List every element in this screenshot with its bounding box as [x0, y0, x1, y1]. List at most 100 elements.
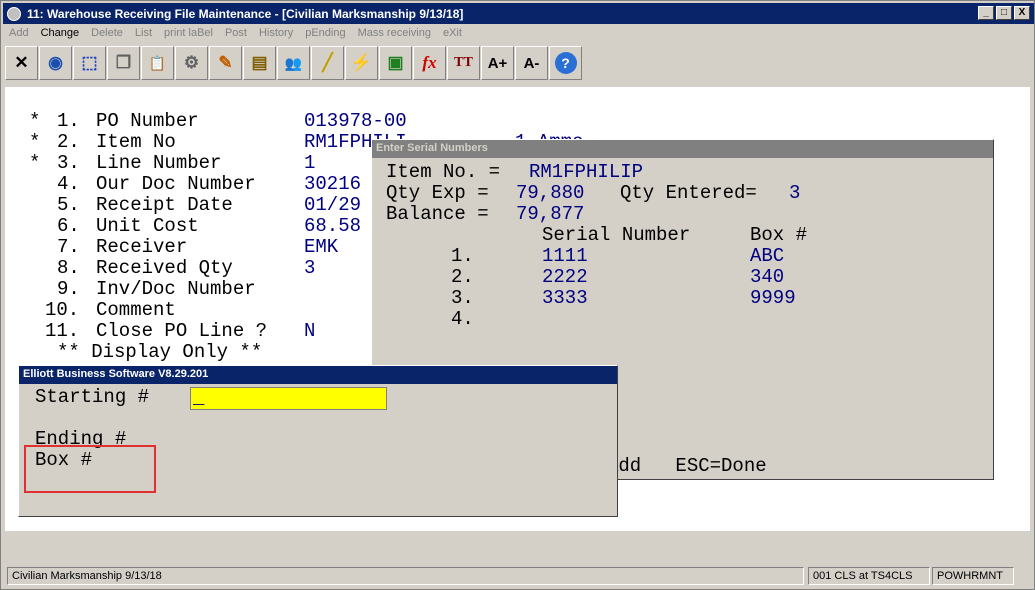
display-only-note: ** Display Only ** — [57, 341, 263, 363]
doc-number-value[interactable]: 30216 — [304, 174, 361, 195]
receiver-value[interactable]: EMK — [304, 237, 338, 258]
globe-icon[interactable]: ◉ — [39, 46, 72, 80]
help-icon[interactable]: ? — [549, 46, 582, 80]
field-11-label: Close PO Line ? — [96, 320, 268, 342]
menu-change[interactable]: Change — [35, 25, 86, 43]
field-2-num: 2. — [57, 131, 80, 153]
field-9-label: Inv/Doc Number — [96, 278, 256, 300]
po-number-value[interactable]: 013978-00 — [304, 111, 407, 132]
menu-exit[interactable]: eXit — [437, 25, 468, 43]
field-6-num: 6. — [57, 215, 80, 237]
serial-row-num: 2. — [451, 266, 474, 288]
window-title: 11: Warehouse Receiving File Maintenance… — [27, 6, 464, 21]
menu-delete[interactable]: Delete — [85, 25, 129, 43]
status-session: 001 CLS at TS4CLS — [808, 567, 930, 585]
field-4-num: 4. — [57, 173, 80, 195]
field-1-label: PO Number — [96, 110, 199, 132]
field-5-label: Receipt Date — [96, 194, 233, 216]
qty-exp-value: 79,880 — [516, 182, 585, 204]
qty-exp-label: Qty Exp = — [386, 182, 489, 204]
field-5-num: 5. — [57, 194, 80, 216]
serial-row-serial[interactable]: 3333 — [542, 288, 588, 309]
window-icon[interactable]: ▣ — [379, 46, 412, 80]
font-decrease-icon[interactable]: A- — [515, 46, 548, 80]
field-11-num: 11. — [45, 320, 80, 342]
box-header: Box # — [750, 224, 808, 246]
maximize-button[interactable]: □ — [996, 6, 1012, 20]
field-7-num: 7. — [57, 236, 80, 258]
starting-input-value: _ — [193, 387, 205, 409]
close-po-line-value[interactable]: N — [304, 321, 315, 342]
ruler-icon[interactable]: ╱ — [311, 46, 344, 80]
menu-print-label[interactable]: print laBel — [158, 25, 219, 43]
field-1-num: 1. — [57, 110, 80, 132]
serial-row-box[interactable]: 9999 — [750, 288, 796, 309]
serial-row-box[interactable]: ABC — [750, 246, 784, 267]
serial-row-serial[interactable]: 1111 — [542, 246, 588, 267]
users-icon[interactable]: 👥 — [277, 46, 310, 80]
field-8-label: Received Qty — [96, 257, 233, 279]
menu-list[interactable]: List — [129, 25, 158, 43]
field-3-mark: * — [29, 152, 41, 174]
close-icon[interactable]: ✕ — [5, 46, 38, 80]
serial-row-num: 1. — [451, 245, 474, 267]
menu-bar: Add Change Delete List print laBel Post … — [3, 25, 468, 43]
serial-number-header: Serial Number — [542, 224, 691, 246]
font-increase-icon[interactable]: A+ — [481, 46, 514, 80]
copy-icon[interactable]: ❐ — [107, 46, 140, 80]
serial-row-num: 4. — [451, 308, 474, 330]
elliott-dialog-title: Elliott Business Software V8.29.201 — [19, 366, 617, 384]
unit-cost-value[interactable]: 68.58 — [304, 216, 361, 237]
menu-mass-receiving[interactable]: Mass receiving — [352, 25, 437, 43]
app-icon[interactable] — [7, 6, 21, 21]
qty-entered-label: Qty Entered= — [620, 182, 757, 204]
elliott-dialog: Elliott Business Software V8.29.201 Star… — [18, 365, 618, 517]
field-8-num: 8. — [57, 257, 80, 279]
field-1-mark: * — [29, 110, 41, 132]
field-2-mark: * — [29, 131, 41, 153]
field-2-label: Item No — [96, 131, 176, 153]
toolbar: ✕ ◉ ⬚ ❐ 📋 ⚙ ✎ ▤ 👥 ╱ ⚡ ▣ fx TT A+ A- ? — [5, 46, 582, 82]
field-10-num: 10. — [45, 299, 80, 321]
qty-entered-value: 3 — [789, 182, 801, 204]
balance-label: Balance = — [386, 203, 489, 225]
item-no-label: Item No. = — [386, 161, 501, 183]
serial-dialog-title: Enter Serial Numbers — [372, 140, 993, 158]
line-number-value[interactable]: 1 — [304, 153, 315, 174]
status-bar: Civilian Marksmanship 9/13/18 001 CLS at… — [5, 567, 1032, 587]
balance-value: 79,877 — [516, 203, 585, 225]
function-icon[interactable]: fx — [413, 46, 446, 80]
status-user: POWHRMNT — [932, 567, 1014, 585]
field-9-num: 9. — [57, 278, 80, 300]
starting-input[interactable]: _ — [190, 387, 387, 410]
lightning-icon[interactable]: ⚡ — [345, 46, 378, 80]
serial-row-num: 3. — [451, 287, 474, 309]
menu-add[interactable]: Add — [3, 25, 35, 43]
field-10-label: Comment — [96, 299, 176, 321]
field-6-label: Unit Cost — [96, 215, 199, 237]
settings-icon[interactable]: ⚙ — [175, 46, 208, 80]
serial-row-box[interactable]: 340 — [750, 267, 784, 288]
field-3-num: 3. — [57, 152, 80, 174]
field-4-label: Our Doc Number — [96, 173, 256, 195]
serial-dialog-footer: Add ESC=Done — [607, 455, 767, 477]
received-qty-value[interactable]: 3 — [304, 258, 315, 279]
select-icon[interactable]: ⬚ — [73, 46, 106, 80]
notes-icon[interactable]: ▤ — [243, 46, 276, 80]
help-icon-glyph: ? — [554, 52, 577, 74]
serial-row-serial[interactable]: 2222 — [542, 267, 588, 288]
starting-label: Starting # — [35, 386, 150, 408]
receipt-date-value[interactable]: 01/29 — [304, 195, 361, 216]
menu-post[interactable]: Post — [219, 25, 253, 43]
edit-icon[interactable]: ✎ — [209, 46, 242, 80]
close-button[interactable]: X — [1014, 6, 1030, 20]
menu-history[interactable]: History — [253, 25, 299, 43]
menu-pending[interactable]: pEnding — [299, 25, 351, 43]
main-window: 11: Warehouse Receiving File Maintenance… — [0, 0, 1035, 590]
paste-icon[interactable]: 📋 — [141, 46, 174, 80]
font-size-icon[interactable]: TT — [447, 46, 480, 80]
title-bar[interactable]: 11: Warehouse Receiving File Maintenance… — [3, 3, 1034, 24]
minimize-button[interactable]: _ — [978, 6, 994, 20]
status-company: Civilian Marksmanship 9/13/18 — [7, 567, 804, 585]
field-7-label: Receiver — [96, 236, 188, 258]
